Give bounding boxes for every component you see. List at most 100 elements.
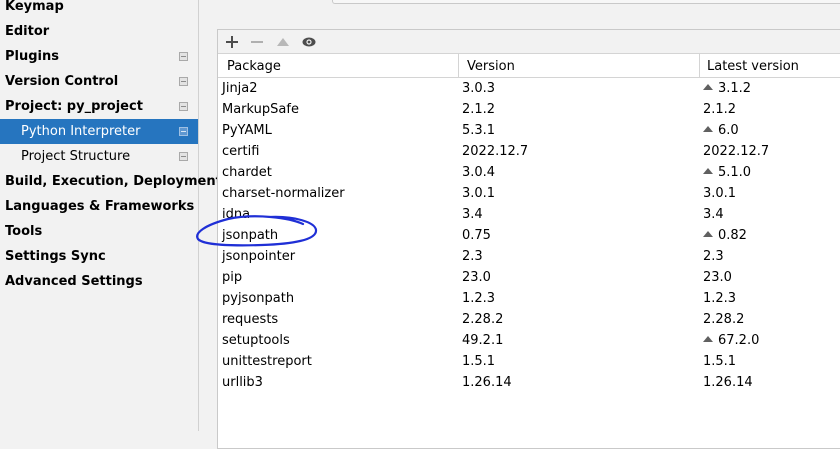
project-settings-icon	[179, 77, 188, 86]
package-name: MarkupSafe	[222, 102, 299, 117]
table-row[interactable]: Jinja2 3.0.3 3.1.2	[218, 79, 840, 100]
column-header-version[interactable]: Version	[467, 59, 515, 74]
table-row[interactable]: idna 3.4 3.4	[218, 205, 840, 226]
table-row[interactable]: jsonpath 0.75 0.82	[218, 226, 840, 247]
latest-version: 1.2.3	[703, 291, 736, 306]
table-row[interactable]: certifi 2022.12.7 2022.12.7	[218, 142, 840, 163]
latest-version-text: 1.26.14	[703, 375, 753, 390]
latest-version: 6.0	[703, 123, 739, 138]
sidebar-item-settings-sync[interactable]: Settings Sync	[0, 244, 198, 269]
packages-toolbar	[218, 30, 840, 54]
latest-version-text: 2.28.2	[703, 312, 745, 327]
table-row[interactable]: chardet 3.0.4 5.1.0	[218, 163, 840, 184]
column-header-latest-version[interactable]: Latest version	[707, 59, 799, 74]
sidebar-item-python-interpreter[interactable]: Python Interpreter	[0, 119, 198, 144]
table-header: Package Version Latest version	[218, 54, 840, 78]
sidebar-item-tools[interactable]: Tools	[0, 219, 198, 244]
latest-version-text: 2.1.2	[703, 102, 737, 117]
latest-version-text: 5.1.0	[718, 165, 752, 180]
latest-version-text: 2022.12.7	[703, 144, 770, 159]
column-divider[interactable]	[458, 54, 459, 78]
project-settings-icon	[179, 152, 188, 161]
table-row[interactable]: PyYAML 5.3.1 6.0	[218, 121, 840, 142]
upgrade-icon	[277, 38, 289, 46]
package-name: requests	[222, 312, 279, 327]
latest-version-text: 23.0	[703, 270, 732, 285]
latest-version-text: 3.0.1	[703, 186, 737, 201]
table-row[interactable]: pyjsonpath 1.2.3 1.2.3	[218, 289, 840, 310]
package-version: 1.26.14	[462, 375, 512, 390]
sidebar-item-project-structure[interactable]: Project Structure	[0, 144, 198, 169]
latest-version-text: 0.82	[718, 228, 747, 243]
table-row[interactable]: urllib3 1.26.14 1.26.14	[218, 373, 840, 394]
latest-version-text: 6.0	[718, 123, 739, 138]
package-name: setuptools	[222, 333, 290, 348]
eye-icon	[302, 37, 316, 47]
latest-version-text: 1.5.1	[703, 354, 737, 369]
package-name: jsonpointer	[222, 249, 296, 264]
sidebar-item-editor[interactable]: Editor	[0, 19, 198, 44]
latest-version: 3.0.1	[703, 186, 736, 201]
upgrade-available-icon	[703, 336, 713, 342]
install-package-button[interactable]	[222, 32, 242, 52]
sidebar-item-label: Advanced Settings	[5, 274, 143, 289]
interpreter-select[interactable]	[332, 0, 840, 4]
sidebar-item-label: Settings Sync	[5, 249, 106, 264]
package-version: 3.0.3	[462, 81, 496, 96]
project-settings-icon	[179, 102, 188, 111]
latest-version-text: 3.4	[703, 207, 724, 222]
sidebar-item-label: Project: py_project	[5, 99, 143, 114]
table-row[interactable]: setuptools 49.2.1 67.2.0	[218, 331, 840, 352]
project-settings-icon	[179, 52, 188, 61]
package-version: 2.28.2	[462, 312, 504, 327]
table-row[interactable]: jsonpointer 2.3 2.3	[218, 247, 840, 268]
package-name: unittestreport	[222, 354, 312, 369]
sidebar-item-build-execution-deployment[interactable]: Build, Execution, Deployment	[0, 169, 222, 194]
package-name: chardet	[222, 165, 272, 180]
sidebar-item-keymap[interactable]: Keymap	[0, 0, 198, 19]
sidebar-item-label: Build, Execution, Deployment	[5, 174, 222, 189]
package-version: 3.0.1	[462, 186, 496, 201]
package-version: 3.0.4	[462, 165, 496, 180]
upgrade-package-button[interactable]	[273, 32, 293, 52]
package-version: 1.2.3	[462, 291, 496, 306]
package-name: urllib3	[222, 375, 263, 390]
sidebar-item-version-control[interactable]: Version Control	[0, 69, 198, 94]
latest-version: 1.26.14	[703, 375, 753, 390]
sidebar-item-plugins[interactable]: Plugins	[0, 44, 198, 69]
sidebar-item-languages-frameworks[interactable]: Languages & Frameworks	[0, 194, 198, 219]
sidebar-item-label: Project Structure	[21, 149, 131, 164]
package-name: pyjsonpath	[222, 291, 295, 306]
upgrade-available-icon	[703, 84, 713, 90]
package-name: pip	[222, 270, 243, 285]
package-version: 5.3.1	[462, 123, 496, 138]
package-version: 23.0	[462, 270, 491, 285]
show-early-releases-button[interactable]	[299, 32, 319, 52]
latest-version: 67.2.0	[703, 333, 759, 348]
table-row[interactable]: requests 2.28.2 2.28.2	[218, 310, 840, 331]
column-header-package[interactable]: Package	[227, 59, 281, 74]
column-divider[interactable]	[699, 54, 700, 78]
sidebar-item-advanced-settings[interactable]: Advanced Settings	[0, 269, 198, 294]
latest-version: 2022.12.7	[703, 144, 769, 159]
package-name: idna	[222, 207, 251, 222]
latest-version: 1.5.1	[703, 354, 736, 369]
latest-version: 3.4	[703, 207, 724, 222]
packages-panel: Package Version Latest version Jinja2 3.0…	[217, 29, 840, 449]
sidebar-item-project[interactable]: Project: py_project	[0, 94, 198, 119]
upgrade-available-icon	[703, 168, 713, 174]
package-version: 49.2.1	[462, 333, 504, 348]
table-row[interactable]: pip 23.0 23.0	[218, 268, 840, 289]
uninstall-package-button[interactable]	[247, 32, 267, 52]
upgrade-available-icon	[703, 231, 713, 237]
sidebar-item-label: Editor	[5, 24, 50, 39]
package-name: PyYAML	[222, 123, 272, 138]
package-name: charset-normalizer	[222, 186, 345, 201]
sidebar-item-label: Tools	[5, 224, 43, 239]
package-version: 3.4	[462, 207, 483, 222]
package-version: 1.5.1	[462, 354, 496, 369]
package-name: Jinja2	[222, 81, 258, 96]
table-row[interactable]: unittestreport 1.5.1 1.5.1	[218, 352, 840, 373]
table-row[interactable]: MarkupSafe 2.1.2 2.1.2	[218, 100, 840, 121]
table-row[interactable]: charset-normalizer 3.0.1 3.0.1	[218, 184, 840, 205]
